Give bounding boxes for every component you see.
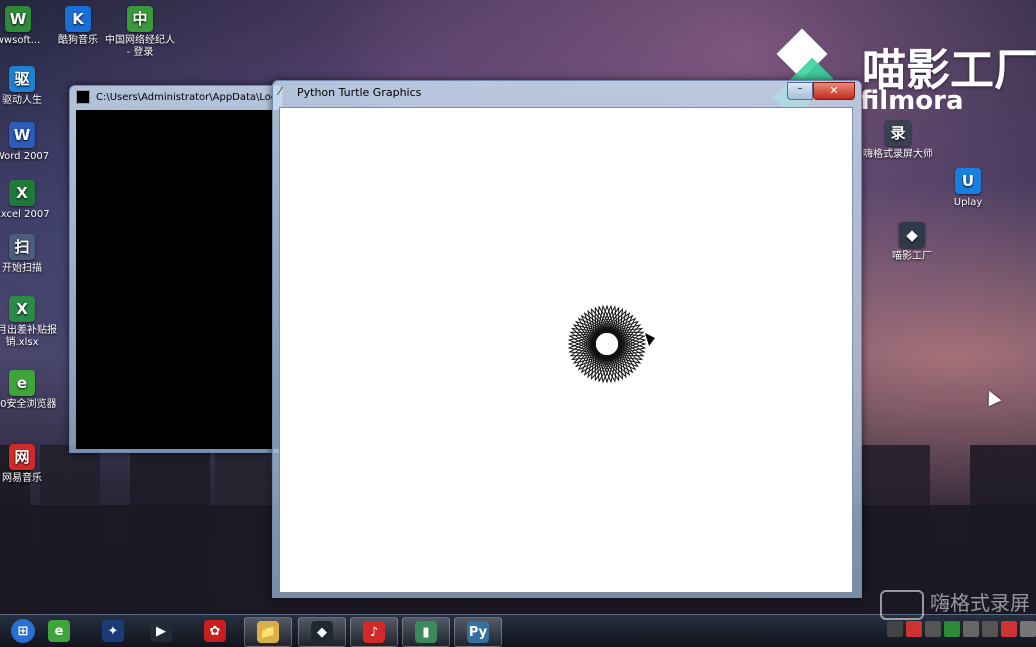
turtle-drawing <box>567 304 655 384</box>
netease-music-icon: ♪ <box>363 621 385 643</box>
desktop-right-app-2-icon: ◆ <box>899 222 925 248</box>
console-icon <box>76 90 90 104</box>
desktop-left-icon-label: 一月出差补贴报销.xlsx <box>0 325 57 348</box>
desktop-right-icon-label: 嗨格式录屏大师 <box>863 149 933 160</box>
desktop-left-icon-6[interactable]: 扫开始扫描 <box>0 234 58 275</box>
filmora-icon: ◆ <box>311 621 333 643</box>
taskbar-app-blue-button[interactable]: ✦ <box>90 617 136 645</box>
tray-icon-4[interactable] <box>944 621 960 637</box>
desktop-left-app-1-icon: K <box>65 6 91 32</box>
desktop-left-icon-label: Excel 2007 <box>0 209 50 220</box>
recorder-icon <box>880 589 924 620</box>
desktop-left-icon-4[interactable]: W Word 2007 <box>0 122 58 163</box>
desktop-left-icon-label: Word 2007 <box>0 151 50 162</box>
recorder-watermark: 嗨格式录屏 <box>880 587 1030 620</box>
taskbar-app-red-button[interactable]: ✿ <box>192 617 238 645</box>
desktop-left-app-0-icon: W <box>5 6 31 32</box>
taskbar-video-recorder-button[interactable]: ▶ <box>138 617 184 645</box>
desktop-left-icon-label: 网易音乐 <box>2 473 42 484</box>
close-button[interactable]: ✕ <box>813 82 855 100</box>
desktop-left-app-8-icon: e <box>9 370 35 396</box>
desktop-right-icon-2[interactable]: ◆ 喵影工厂 <box>876 222 948 263</box>
console-titlebar[interactable]: C:\Users\Administrator\AppData\Local <box>70 86 282 108</box>
desktop-left-app-9-icon: 网 <box>9 444 35 470</box>
tray-icon-2[interactable] <box>906 621 922 637</box>
turtle-title: Python Turtle Graphics <box>297 85 422 99</box>
console-body[interactable] <box>76 110 282 449</box>
desktop-left-icon-label: 中国网络经纪人 - 登录 <box>105 35 175 58</box>
turtle-cursor-icon <box>645 333 655 346</box>
taskbar-python-button[interactable]: Py <box>454 617 502 647</box>
desktop-left-icon-3[interactable]: 驱驱动人生 <box>0 66 58 107</box>
desktop-left-icon-label: 360安全浏览器 <box>0 399 57 410</box>
desktop-right-icon-label: 喵影工厂 <box>892 251 932 262</box>
tray-icon-3[interactable] <box>925 621 941 637</box>
desktop-left-app-3-icon: 驱 <box>9 66 35 92</box>
turtle-titlebar[interactable]: ⁄ Python Turtle Graphics – ✕ <box>273 81 861 103</box>
taskbar-netease-music-button[interactable]: ♪ <box>350 617 398 647</box>
start-orb-icon: ⊞ <box>11 619 35 643</box>
desktop-left-icon-8[interactable]: e 360安全浏览器 <box>0 370 58 411</box>
desktop-right-app-1-icon: U <box>955 168 981 194</box>
desktop-right-app-0-icon: 录 <box>885 120 911 146</box>
tray-icon-6[interactable] <box>982 621 998 637</box>
desktop-right-icon-0[interactable]: 录嗨格式录屏大师 <box>862 120 934 161</box>
app-red-icon: ✿ <box>204 620 226 642</box>
recorder-label: 嗨格式录屏 <box>930 591 1030 615</box>
explorer-icon: 📁 <box>257 621 279 643</box>
desktop-left-app-5-icon: X <box>9 180 35 206</box>
desktop-left-icon-9[interactable]: 网网易音乐 <box>0 444 58 485</box>
360-browser-icon: e <box>48 620 70 642</box>
desktop-left-icon-label: 开始扫描 <box>2 263 42 274</box>
app-blue-icon: ✦ <box>102 620 124 642</box>
tray-icon-7[interactable] <box>1001 621 1017 637</box>
console-title: C:\Users\Administrator\AppData\Local <box>96 91 274 103</box>
green-app-icon: ▮ <box>415 621 437 643</box>
mouse-cursor-icon <box>982 387 1002 407</box>
desktop-left-app-4-icon: W <box>9 122 35 148</box>
desktop-left-icon-7[interactable]: X 一月出差补贴报销.xlsx <box>0 296 58 349</box>
desktop-left-icon-5[interactable]: X Excel 2007 <box>0 180 58 221</box>
console-window[interactable]: C:\Users\Administrator\AppData\Local <box>69 85 283 453</box>
taskbar-explorer-button[interactable]: 📁 <box>244 617 292 647</box>
tray-icon-5[interactable] <box>963 621 979 637</box>
desktop-left-app-2-icon: 中 <box>127 6 153 32</box>
taskbar-360-browser-button[interactable]: e <box>36 617 82 645</box>
taskbar-green-app-button[interactable]: ▮ <box>402 617 450 647</box>
taskbar-filmora-button[interactable]: ◆ <box>298 617 346 647</box>
desktop-left-app-7-icon: X <box>9 296 35 322</box>
turtle-window[interactable]: ⁄ Python Turtle Graphics – ✕ <box>272 80 862 598</box>
feather-icon: ⁄ <box>279 85 281 98</box>
tray-icon-1[interactable] <box>887 621 903 637</box>
watermark-brand: filmora <box>860 86 964 116</box>
desktop-left-icon-label: 驱动人生 <box>2 95 42 106</box>
desktop-left-icon-2[interactable]: 中中国网络经纪人 - 登录 <box>104 6 176 59</box>
desktop-left-app-6-icon: 扫 <box>9 234 35 260</box>
desktop-right-icon-label: Uplay <box>953 197 983 208</box>
tray-icon-8[interactable] <box>1020 621 1036 637</box>
system-tray <box>887 621 1036 637</box>
minimize-button[interactable]: – <box>787 82 813 100</box>
video-recorder-icon: ▶ <box>150 620 172 642</box>
desktop-right-icon-1[interactable]: U Uplay <box>932 168 1004 209</box>
turtle-canvas[interactable] <box>279 107 853 593</box>
python-icon: Py <box>467 621 489 643</box>
taskbar: ⊞ e ✦ ▶ ✿ 📁 ◆ ♪ ▮ Py 嗨格式录屏 <box>0 589 1036 647</box>
